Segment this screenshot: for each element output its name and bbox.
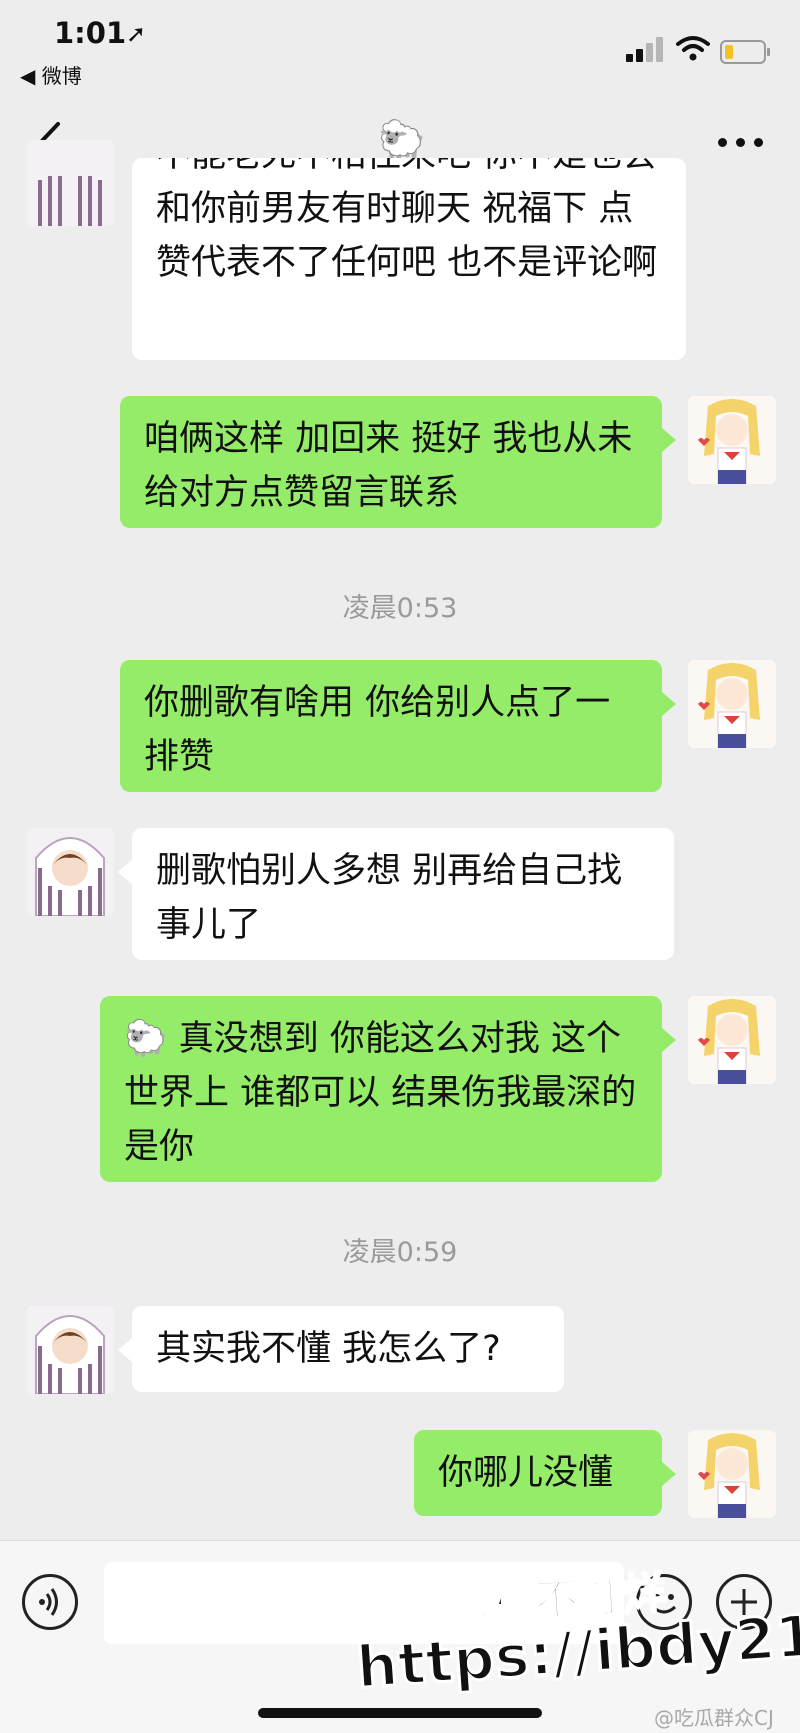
message-bubble-received[interactable]: 其实我不懂 我怎么了?	[118, 1306, 564, 1392]
message-text: 🐑 真没想到 你能这么对我 这个世界上 谁都可以 结果伤我最深的是你	[124, 1019, 637, 1167]
my-avatar[interactable]	[688, 1430, 776, 1518]
message-text: 其实我不懂 我怎么了?	[156, 1329, 501, 1369]
status-bar: 1:01 ➚ ◀ 微博	[0, 0, 800, 95]
contact-avatar[interactable]	[26, 1306, 114, 1394]
contact-avatar[interactable]	[26, 828, 114, 916]
my-avatar[interactable]	[688, 996, 776, 1084]
message-text: 不能老死不相往来吧 你不是也会和你前男友有时聊天 祝福下 点赞代表不了任何吧 也…	[156, 158, 658, 283]
my-avatar[interactable]	[688, 660, 776, 748]
message-text: 你哪儿没懂	[438, 1453, 614, 1493]
home-indicator	[258, 1708, 542, 1718]
back-to-app-link[interactable]: ◀ 微博	[20, 60, 82, 89]
chat-title: 🐑	[378, 118, 426, 162]
battery-icon	[720, 40, 770, 64]
message-bubble-sent[interactable]: 你哪儿没懂	[414, 1430, 676, 1516]
timestamp: 凌晨0:59	[342, 1237, 458, 1268]
message-bubble-sent[interactable]: 🐑 真没想到 你能这么对我 这个世界上 谁都可以 结果伤我最深的是你	[100, 996, 676, 1182]
cellular-signal-icon	[626, 36, 666, 62]
contact-avatar[interactable]	[26, 140, 114, 226]
wifi-icon	[676, 36, 710, 61]
message-bubble-sent[interactable]: 咱俩这样 加回来 挺好 我也从未给对方点赞留言联系	[120, 396, 676, 528]
message-text: 咱俩这样 加回来 挺好 我也从未给对方点赞留言联系	[144, 419, 633, 513]
message-bubble-sent[interactable]: 你删歌有啥用 你给别人点了一排赞	[120, 660, 676, 792]
source-credit: @吃瓜群众CJ	[654, 1706, 774, 1730]
location-arrow-icon: ➚	[126, 20, 147, 48]
message-text: 删歌怕别人多想 别再给自己找事儿了	[156, 851, 623, 945]
timestamp: 凌晨0:53	[342, 593, 458, 624]
message-bubble-received[interactable]: 删歌怕别人多想 别再给自己找事儿了	[118, 828, 674, 960]
more-icon[interactable]	[718, 138, 764, 148]
voice-icon[interactable]	[22, 1574, 78, 1630]
message-text: 你删歌有啥用 你给别人点了一排赞	[144, 683, 611, 777]
message-bubble-received[interactable]: 不能老死不相往来吧 你不是也会和你前男友有时聊天 祝福下 点赞代表不了任何吧 也…	[132, 158, 686, 360]
status-time: 1:01	[54, 16, 127, 50]
my-avatar[interactable]	[688, 396, 776, 484]
